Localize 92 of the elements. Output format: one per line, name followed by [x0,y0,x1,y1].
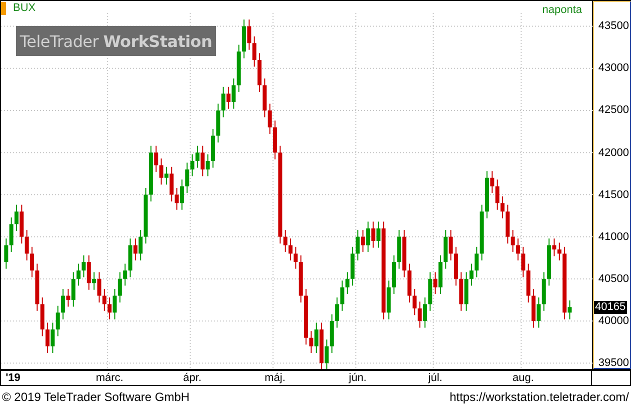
candlestick [86,254,91,290]
candlestick [314,322,318,354]
candlestick [118,272,122,303]
candlestick [252,36,256,68]
candlestick [422,296,427,328]
candlestick [102,288,106,312]
candlestick [376,221,380,248]
candlestick [133,238,138,261]
axis-label: 41500 [598,188,629,202]
candlestick [46,322,50,354]
copyright-text: © 2019 TeleTrader Software GmbH [2,390,190,404]
candlestick [14,204,19,232]
symbol-label: BUX [1,2,36,15]
candlestick [50,322,55,354]
candlestick [474,246,479,278]
candlestick [294,246,298,270]
candlestick [82,254,86,278]
candlestick [433,272,438,295]
candlestick [335,296,340,328]
candlestick [448,230,453,261]
candlestick [288,238,293,261]
candlestick [568,300,572,320]
axis-label: 41000 [598,230,629,244]
candlestick [61,288,66,320]
candlestick [170,166,174,202]
candlestick [221,86,226,118]
year-label: '19 [6,372,20,384]
candlestick [164,166,168,186]
candlestick [490,170,494,194]
candlestick [71,272,76,308]
axis-label: 39500 [598,357,629,370]
axis-label: ápr. [183,372,202,384]
candlestick [180,179,184,210]
candlestick [185,162,190,194]
candlestick [232,78,236,110]
candlestick [226,86,230,110]
candlestick [366,221,370,252]
candlestick [500,196,505,219]
candlestick [108,296,112,320]
axis-label: júl. [428,372,442,384]
candlestick [340,280,344,312]
candlestick [200,145,205,177]
candlestick [345,272,350,295]
candlestick [56,305,60,337]
website-url: https://workstation.teletrader.com/ [450,390,629,404]
axis-label: 43000 [598,62,629,76]
candlestick [516,238,520,261]
candlestick [4,238,8,270]
candlestick [552,238,556,257]
axis-label: jún. [348,372,367,384]
axis-label: 43500 [598,20,629,34]
candlestick [30,246,34,278]
candlestick [92,272,96,290]
candlestick [356,230,360,261]
axis-label: 42000 [598,146,629,160]
candlestick [412,288,417,316]
candlestick [190,154,194,177]
candlestick [247,19,252,50]
candlestick [76,263,81,286]
candlestick [195,145,200,168]
axis-label: 42500 [598,104,629,118]
candlestick [418,301,422,328]
axis-label: 40000 [598,315,629,328]
logo-watermark: TeleTrader WorkStation [16,26,216,56]
candlestick [470,263,474,286]
candlestick [123,263,128,286]
candlestick [360,230,365,252]
candlestick [309,330,314,354]
candlestick [97,272,102,303]
interval-label: naponta [542,4,582,16]
axis-label: aug. [512,372,534,384]
candlestick [174,187,179,210]
candlestick [154,145,158,172]
candlestick [206,154,210,177]
axis-label: máj. [264,372,286,384]
candlestick [283,230,288,252]
candlestick [268,103,272,135]
candlestick [495,179,500,210]
candlestick [536,296,541,328]
candlestick [112,288,117,320]
candlestick [521,246,526,278]
axis-label: 40500 [598,272,629,286]
candlestick [510,230,515,252]
candlestick [159,158,164,186]
candlestick [9,216,14,252]
axis-label: márc. [96,372,124,384]
last-price-label: 40165 [594,301,627,314]
candlestick [371,221,376,248]
candlestick [138,230,143,261]
candlestick [557,242,562,261]
candlestick [24,230,29,261]
candlestick [66,288,70,308]
